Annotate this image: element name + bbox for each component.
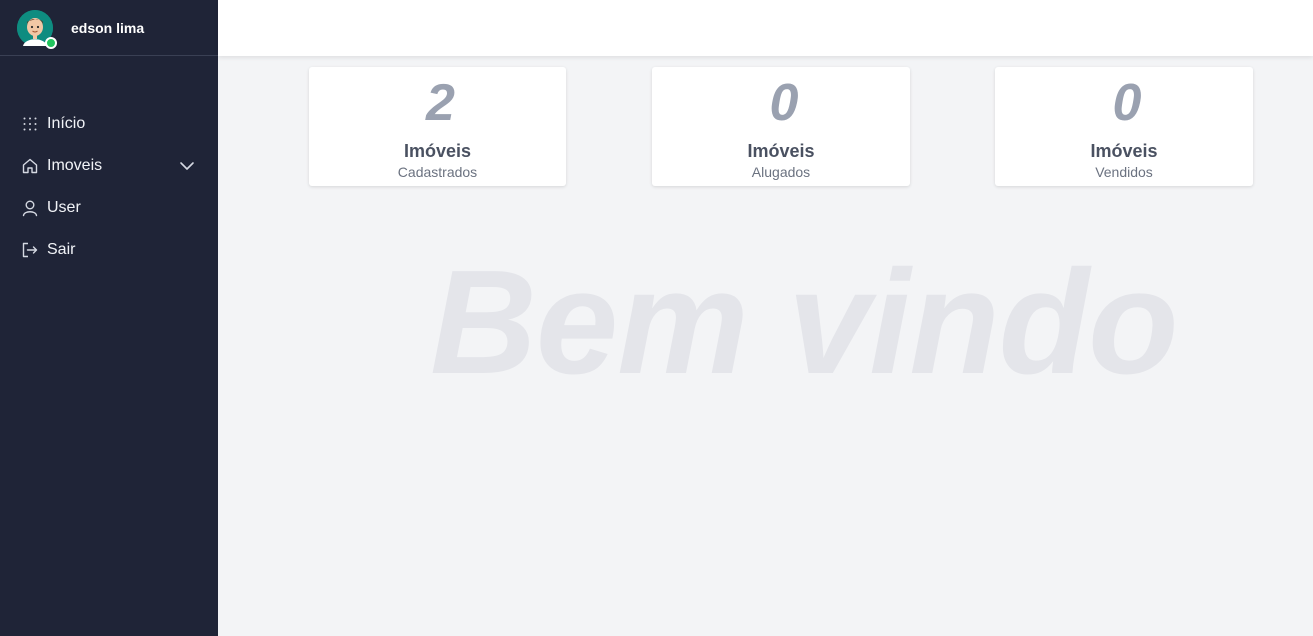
sidebar-item-label: User	[47, 199, 81, 216]
home-icon	[21, 157, 39, 175]
logout-icon	[21, 241, 39, 259]
online-status-indicator	[45, 36, 57, 49]
chevron-down-icon[interactable]	[178, 157, 196, 175]
stat-value: 0	[1112, 74, 1142, 132]
stat-title: Imóveis	[747, 141, 815, 161]
sidebar-item-imoveis[interactable]: Imoveis	[0, 145, 218, 187]
top-bar	[218, 0, 1313, 56]
user-icon	[21, 199, 39, 217]
stat-title: Imóveis	[403, 141, 472, 161]
stat-card-alugados[interactable]: 0 Imóveis Alugados	[652, 67, 910, 186]
stat-value: 2	[426, 74, 455, 132]
sidebar: edson lima Início Imoveis User Sair	[0, 0, 218, 636]
stat-subtitle: Alugados	[751, 164, 811, 180]
sidebar-item-inicio[interactable]: Início	[0, 103, 218, 145]
stat-subtitle: Cadastrados	[397, 164, 478, 180]
sidebar-item-sair[interactable]: Sair	[0, 229, 218, 271]
sidebar-item-label: Imoveis	[47, 157, 103, 174]
sidebar-item-label: Sair	[47, 241, 76, 258]
sidebar-item-user[interactable]: User	[0, 187, 218, 229]
sidebar-nav: Início Imoveis User Sair	[0, 103, 218, 271]
stat-value: 0	[769, 74, 799, 132]
stat-card-cadastrados[interactable]: 2 Imóveis Cadastrados	[309, 67, 566, 186]
sidebar-item-label: Início	[47, 115, 86, 132]
avatar[interactable]	[17, 9, 57, 49]
user-profile[interactable]: edson lima	[0, 0, 218, 56]
grid-icon	[21, 115, 39, 133]
username: edson lima	[71, 19, 145, 36]
stat-subtitle: Vendidos	[1095, 164, 1153, 180]
stat-title: Imóveis	[1090, 141, 1158, 161]
stat-card-vendidos[interactable]: 0 Imóveis Vendidos	[995, 67, 1253, 186]
welcome-message: Bem vindo	[430, 240, 1179, 405]
